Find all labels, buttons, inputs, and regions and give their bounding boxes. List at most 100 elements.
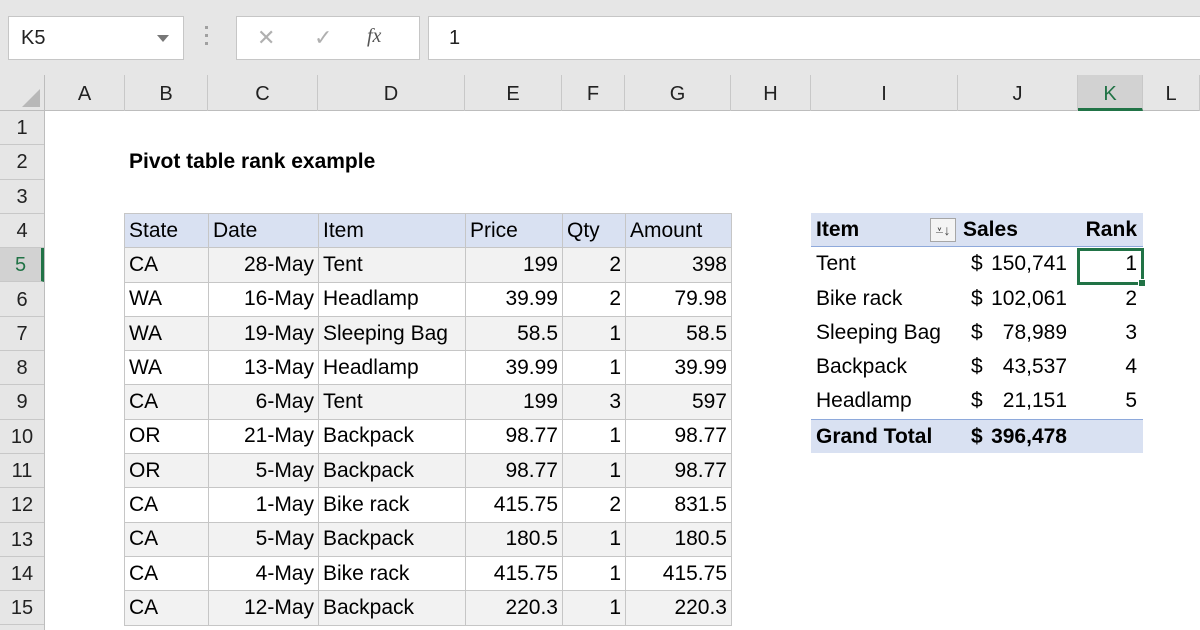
cell-qty[interactable]: 1	[562, 521, 626, 557]
cell-amount[interactable]: 831.5	[625, 487, 732, 523]
column-header-l[interactable]: L	[1143, 75, 1200, 111]
row-header-7[interactable]: 7	[0, 317, 44, 352]
column-header-qty[interactable]: Qty	[562, 212, 626, 249]
cell-item[interactable]: Sleeping Bag	[318, 315, 466, 352]
cell-item[interactable]: Backpack	[318, 521, 466, 557]
cell-item[interactable]: Tent	[318, 247, 466, 283]
cell-qty[interactable]: 3	[562, 384, 626, 420]
cell-state[interactable]: CA	[124, 521, 209, 557]
column-header-c[interactable]: C	[208, 75, 318, 111]
column-header-i[interactable]: I	[811, 75, 958, 111]
enter-icon[interactable]: ✓	[314, 25, 332, 51]
cell-date[interactable]: 21-May	[208, 418, 319, 455]
cell-state[interactable]: CA	[124, 555, 209, 592]
pivot-item[interactable]: Tent	[816, 247, 856, 281]
fill-handle[interactable]	[1138, 279, 1146, 287]
cell-state[interactable]: WA	[124, 315, 209, 352]
cell-state[interactable]: CA	[124, 384, 209, 420]
row-header-2[interactable]: 2	[0, 145, 44, 180]
cell-state[interactable]: WA	[124, 281, 209, 317]
cell-state[interactable]: WA	[124, 350, 209, 386]
cancel-icon[interactable]: ✕	[257, 25, 275, 51]
drag-handle-icon[interactable]	[205, 26, 209, 48]
cell-qty[interactable]: 1	[562, 453, 626, 489]
row-header-3[interactable]: 3	[0, 180, 44, 214]
cell-date[interactable]: 5-May	[208, 453, 319, 489]
column-header-item[interactable]: Item	[318, 212, 466, 249]
pivot-rank[interactable]: 4	[1125, 350, 1137, 384]
cell-amount[interactable]: 180.5	[625, 521, 732, 557]
cell-state[interactable]: CA	[124, 590, 209, 626]
column-header-a[interactable]: A	[45, 75, 125, 111]
cell-amount[interactable]: 398	[625, 247, 732, 283]
cell-qty[interactable]: 2	[562, 281, 626, 317]
cell-qty[interactable]: 2	[562, 487, 626, 523]
name-box[interactable]: K5	[8, 16, 184, 60]
pivot-item[interactable]: Headlamp	[816, 384, 912, 418]
cell-item[interactable]: Backpack	[318, 453, 466, 489]
cell-price[interactable]: 220.3	[465, 590, 563, 626]
pivot-rank[interactable]: 5	[1125, 384, 1137, 418]
cell-qty[interactable]: 1	[562, 350, 626, 386]
row-header-6[interactable]: 6	[0, 283, 44, 317]
cell-state[interactable]: OR	[124, 453, 209, 489]
column-header-j[interactable]: J	[958, 75, 1078, 111]
cell-date[interactable]: 13-May	[208, 350, 319, 386]
cell-amount[interactable]: 39.99	[625, 350, 732, 386]
row-header-13[interactable]: 13	[0, 523, 44, 557]
cell-state[interactable]: OR	[124, 418, 209, 455]
select-all-button[interactable]	[0, 75, 45, 111]
cell-date[interactable]: 19-May	[208, 315, 319, 352]
cell-date[interactable]: 4-May	[208, 555, 319, 592]
cell-qty[interactable]: 2	[562, 247, 626, 283]
row-header-11[interactable]: 11	[0, 454, 44, 489]
cell-price[interactable]: 98.77	[465, 453, 563, 489]
row-header-1[interactable]: 1	[0, 111, 44, 146]
cell-price[interactable]: 39.99	[465, 281, 563, 317]
cell-date[interactable]: 16-May	[208, 281, 319, 317]
cell-qty[interactable]: 1	[562, 555, 626, 592]
column-header-state[interactable]: State	[124, 212, 209, 249]
row-header-12[interactable]: 12	[0, 488, 44, 523]
cell-date[interactable]: 1-May	[208, 487, 319, 523]
cell-price[interactable]: 415.75	[465, 487, 563, 523]
chevron-down-icon[interactable]	[157, 35, 169, 42]
row-header-10[interactable]: 10	[0, 420, 44, 454]
column-header-d[interactable]: D	[318, 75, 465, 111]
row-header-14[interactable]: 14	[0, 557, 44, 592]
cell-date[interactable]: 28-May	[208, 247, 319, 283]
sort-filter-icon[interactable]: ⩡↓	[930, 218, 956, 242]
cell-qty[interactable]: 1	[562, 315, 626, 352]
column-header-f[interactable]: F	[562, 75, 625, 111]
pivot-rank[interactable]: 2	[1125, 282, 1137, 316]
column-header-price[interactable]: Price	[465, 212, 563, 249]
pivot-item[interactable]: Bike rack	[816, 282, 902, 316]
cell-state[interactable]: CA	[124, 487, 209, 523]
pivot-item[interactable]: Sleeping Bag	[816, 316, 941, 350]
cell-amount[interactable]: 79.98	[625, 281, 732, 317]
pivot-item[interactable]: Backpack	[816, 350, 907, 384]
cell-amount[interactable]: 58.5	[625, 315, 732, 352]
cell-date[interactable]: 5-May	[208, 521, 319, 557]
cell-item[interactable]: Bike rack	[318, 555, 466, 592]
cell-price[interactable]: 199	[465, 247, 563, 283]
cell-item[interactable]: Headlamp	[318, 350, 466, 386]
row-header-5[interactable]: 5	[0, 248, 44, 283]
cell-amount[interactable]: 597	[625, 384, 732, 420]
cell-state[interactable]: CA	[124, 247, 209, 283]
column-header-amount[interactable]: Amount	[625, 212, 732, 249]
cell-amount[interactable]: 415.75	[625, 555, 732, 592]
column-header-g[interactable]: G	[625, 75, 731, 111]
insert-function-icon[interactable]: fx	[367, 25, 381, 48]
cell-price[interactable]: 415.75	[465, 555, 563, 592]
cell-item[interactable]: Bike rack	[318, 487, 466, 523]
column-header-h[interactable]: H	[731, 75, 811, 111]
cell-qty[interactable]: 1	[562, 418, 626, 455]
cell-item[interactable]: Headlamp	[318, 281, 466, 317]
cell-item[interactable]: Backpack	[318, 590, 466, 626]
cell-price[interactable]: 58.5	[465, 315, 563, 352]
column-header-date[interactable]: Date	[208, 212, 319, 249]
cell-date[interactable]: 12-May	[208, 590, 319, 626]
cell-price[interactable]: 180.5	[465, 521, 563, 557]
cell-item[interactable]: Tent	[318, 384, 466, 420]
